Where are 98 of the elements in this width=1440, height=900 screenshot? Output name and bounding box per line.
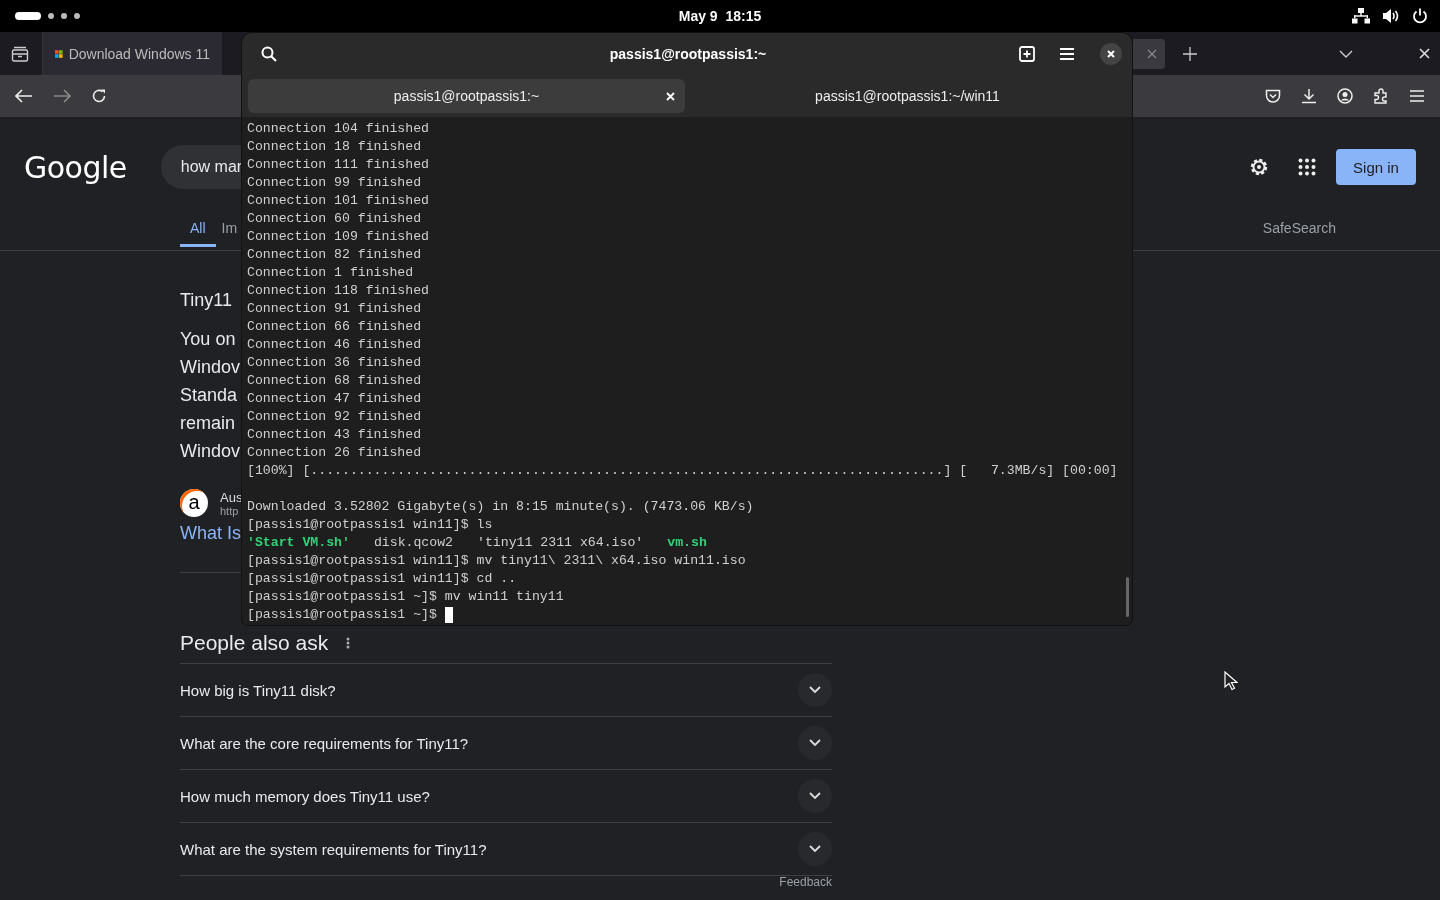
terminal-line: Connection 99 finished: [247, 174, 423, 192]
chevron-icon: [809, 792, 821, 800]
terminal-line: Connection 104 finished: [247, 120, 431, 138]
close-button[interactable]: [1100, 43, 1122, 65]
terminal-line: [100%] [................................................................................] [ 7.3MB/s] [00:00]: [247, 462, 1119, 480]
search-field[interactable]: how mar: [160, 145, 243, 189]
snippet-line: remain: [180, 412, 237, 435]
safesearch-link[interactable]: SafeSearch: [1262, 217, 1336, 236]
terminal-line: Connection 109 finished: [247, 228, 431, 246]
feedback-link[interactable]: Feedback: [779, 875, 832, 889]
new-tab-icon[interactable]: [1183, 46, 1197, 61]
terminal-line: Connection 36 finished: [247, 354, 423, 372]
terminal-line: Connection 91 finished: [247, 300, 423, 318]
clock[interactable]: May 9 18:15: [660, 8, 780, 24]
question-row[interactable]: How much memory does Tiny11 use?: [180, 770, 832, 823]
chevron-down-icon[interactable]: [1339, 49, 1353, 58]
scrollbar-thumb[interactable]: [1126, 577, 1129, 617]
power-icon[interactable]: [1412, 8, 1428, 24]
mouse-pointer-icon: [1224, 671, 1238, 691]
snippet-line: Windov: [180, 356, 241, 379]
expand-button[interactable]: [798, 832, 832, 866]
workspace-indicator[interactable]: [15, 12, 41, 20]
result-link[interactable]: What Is: [180, 523, 241, 544]
plus-square-icon: [1019, 46, 1035, 62]
menu-icon[interactable]: [1409, 90, 1425, 102]
workspace-dot[interactable]: [48, 13, 54, 19]
terminal-line: Connection 101 finished: [247, 192, 431, 210]
terminal-line: Connection 18 finished: [247, 138, 423, 156]
question-row[interactable]: How big is Tiny11 disk?: [180, 664, 832, 717]
terminal-line: Connection 60 finished: [247, 210, 423, 228]
question-text: How much memory does Tiny11 use?: [180, 787, 430, 805]
search-tab[interactable]: All: [180, 217, 216, 247]
volume-icon[interactable]: [1382, 8, 1400, 24]
snippet-line: Windov: [180, 440, 241, 463]
browser-tab[interactable]: [1133, 38, 1165, 69]
terminal-line: [passis1@rootpassis1 ~]$ mv win11 tiny11: [247, 588, 565, 606]
terminal-line: Connection 68 finished: [247, 372, 423, 390]
terminal-line: [passis1@rootpassis1 win11]$ ls: [247, 516, 494, 534]
terminal-line: [passis1@rootpassis1 win11]$ mv tiny11\ 2311\ x64.iso win11.iso: [247, 552, 747, 570]
terminal-line: Connection 26 finished: [247, 444, 423, 462]
settings-icon[interactable]: [1248, 156, 1270, 178]
browser-tab[interactable]: Download Windows 11: [42, 32, 222, 75]
terminal-line: Connection 92 finished: [247, 408, 423, 426]
site-url: http: [220, 504, 240, 517]
download-icon[interactable]: [1301, 88, 1317, 104]
terminal-line: Downloaded 3.52802 Gigabyte(s) in 8:15 minute(s). (7473.06 KB/s): [247, 498, 755, 516]
close-tab-icon[interactable]: [666, 91, 675, 101]
file-name: vm.sh: [667, 534, 707, 552]
expand-button[interactable]: [798, 726, 832, 760]
question-text: What are the system requirements for Tiny11?: [180, 840, 487, 858]
question-text: How big is Tiny11 disk?: [180, 681, 336, 699]
puzzle-icon[interactable]: [1373, 88, 1389, 104]
question-text: What are the core requirements for Tiny11?: [180, 734, 469, 752]
terminal-line: [passis1@rootpassis1 win11]$ cd ..: [247, 570, 518, 588]
apps-icon[interactable]: [1298, 158, 1316, 176]
file-name: 'tiny11 2311 x64.iso': [477, 534, 644, 552]
terminal-line: [passis1@rootpassis1 ~]$: [247, 606, 437, 624]
chevron-icon: [809, 845, 821, 853]
network-icon[interactable]: [1352, 8, 1370, 24]
terminal-line: Connection 111 finished: [247, 156, 431, 174]
terminal-line: Connection 66 finished: [247, 318, 423, 336]
chevron-icon: [809, 739, 821, 747]
section-title: People also ask: [180, 631, 329, 655]
workspace-dot[interactable]: [74, 13, 80, 19]
menu-icon: [1059, 48, 1075, 60]
more-icon[interactable]: [346, 637, 351, 649]
file-name: disk.qcow2: [373, 534, 454, 552]
back-icon[interactable]: [15, 89, 33, 103]
question-row[interactable]: What are the system requirements for Tiny11?: [180, 823, 832, 876]
account-icon[interactable]: [1337, 88, 1353, 104]
terminal-line: Connection 46 finished: [247, 336, 423, 354]
expand-button[interactable]: [798, 673, 832, 707]
search-icon: [261, 46, 277, 62]
text-cursor: [444, 607, 453, 623]
chevron-icon: [809, 686, 821, 694]
pocket-icon[interactable]: [1265, 89, 1281, 103]
terminal-line: Connection 47 finished: [247, 390, 423, 408]
file-name: 'Start VM.sh': [247, 534, 350, 552]
result-title: Tiny11: [180, 290, 233, 311]
terminal-line: Connection 1 finished: [247, 264, 415, 282]
tab-overview-icon[interactable]: [11, 45, 29, 62]
terminal-line: Connection 43 finished: [247, 426, 423, 444]
terminal-line: Connection 118 finished: [247, 282, 431, 300]
snippet-line: Standa: [180, 384, 239, 407]
reload-icon[interactable]: [91, 88, 107, 104]
sign-in-button[interactable]: Sign in: [1336, 149, 1416, 185]
snippet-line: You on: [180, 328, 237, 351]
terminal-line: Connection 82 finished: [247, 246, 423, 264]
expand-button[interactable]: [798, 779, 832, 813]
close-icon: [1107, 50, 1115, 58]
google-logo[interactable]: Google: [24, 149, 127, 185]
terminal-tab[interactable]: passis1@rootpassis1:~/win11: [689, 79, 1126, 113]
question-row[interactable]: What are the core requirements for Tiny11?: [180, 717, 832, 770]
site-icon: a: [180, 489, 208, 517]
window-title: passis1@rootpassis1:~: [608, 46, 768, 62]
search-tab[interactable]: Im: [221, 217, 238, 247]
workspace-dot[interactable]: [61, 13, 67, 19]
terminal-tab[interactable]: passis1@rootpassis1:~: [248, 79, 685, 113]
